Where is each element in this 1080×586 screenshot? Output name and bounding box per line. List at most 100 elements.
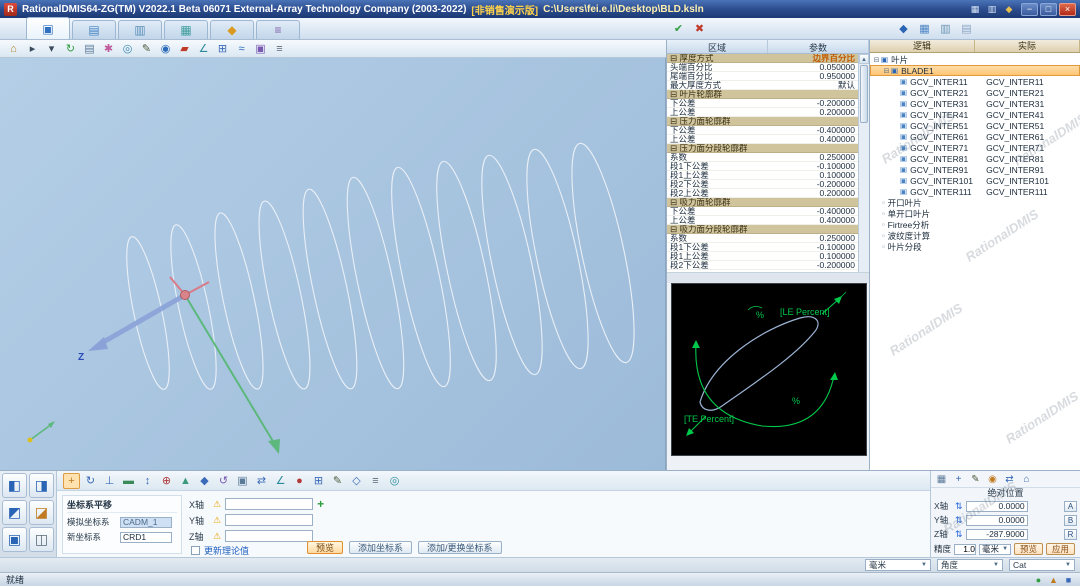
tree-item[interactable]: ▣GCV_INTER71GCV_INTER71 — [870, 142, 1080, 153]
param-row[interactable]: 最大厚度方式默认 — [667, 81, 859, 90]
iterative-icon[interactable]: ↺ — [215, 473, 232, 489]
update-theoretical-checkbox[interactable] — [191, 546, 200, 555]
csys-translate-icon[interactable]: + — [63, 473, 80, 489]
axis-offset-input[interactable] — [225, 514, 313, 526]
tree-item[interactable]: ▣GCV_INTER111GCV_INTER111 — [870, 186, 1080, 197]
scrollbar-thumb[interactable] — [860, 65, 868, 123]
param-row[interactable]: 上公差0.200000 — [667, 108, 859, 117]
tree-item[interactable]: ▣GCV_INTER11GCV_INTER11 — [870, 76, 1080, 87]
position-value-input[interactable] — [966, 501, 1028, 512]
tab-machine[interactable]: ▣ — [26, 17, 70, 39]
tree-item[interactable]: ▣GCV_INTER91GCV_INTER91 — [870, 164, 1080, 175]
param-row[interactable]: 上公差0.400000 — [667, 135, 859, 144]
manual-move-icon[interactable]: + — [951, 472, 966, 486]
position-value-input[interactable] — [966, 529, 1028, 540]
tree-layout-icon[interactable]: ▦ — [916, 20, 933, 36]
csys-swap-icon[interactable]: ⇄ — [253, 473, 270, 489]
view-iso-icon[interactable]: ◧ — [2, 473, 27, 498]
curve-icon[interactable]: ≈ — [233, 41, 250, 57]
grid-icon[interactable]: ⊞ — [214, 41, 231, 57]
tree-item[interactable]: ▫Firtree分析 — [870, 219, 1080, 230]
panel-splitter[interactable] — [667, 272, 870, 283]
tree-item[interactable]: ▣GCV_INTER101GCV_INTER101 — [870, 175, 1080, 186]
refresh-icon[interactable]: ↻ — [62, 41, 79, 57]
unit-mm-select[interactable]: 毫米▼ — [865, 559, 931, 571]
tab-gem[interactable]: ◆ — [210, 20, 254, 39]
home-pos-icon[interactable]: ⌂ — [1019, 472, 1034, 486]
axis-offset-input[interactable] — [225, 498, 313, 510]
tree-expander-icon[interactable]: ⊟ — [872, 56, 881, 64]
param-row[interactable]: 段2下公差-0.200000 — [667, 180, 859, 189]
param-row[interactable]: 尾端百分比0.950000 — [667, 72, 859, 81]
axis-key-button[interactable]: A — [1064, 501, 1077, 512]
eye-icon[interactable]: ◉ — [157, 41, 174, 57]
position-value-input[interactable] — [966, 515, 1028, 526]
param-row[interactable]: 下公差-0.200000 — [667, 99, 859, 108]
tree-item[interactable]: ▣GCV_INTER31GCV_INTER31 — [870, 98, 1080, 109]
tree-item[interactable]: ▫单开口叶片 — [870, 208, 1080, 219]
open-model-icon[interactable]: ⌂ — [5, 41, 22, 57]
layout-icon[interactable]: ▦ — [968, 3, 982, 16]
view-top-icon[interactable]: ◨ — [29, 473, 54, 498]
param-row[interactable]: ⊟ 叶片轮廓群 — [667, 90, 859, 99]
compass-icon[interactable]: ◎ — [119, 41, 136, 57]
view-corner-icon[interactable]: ▣ — [2, 527, 27, 552]
axis-key-button[interactable]: R — [1064, 529, 1077, 540]
status-probe-icon[interactable]: ● — [1033, 574, 1044, 585]
tree-item[interactable]: ▣GCV_INTER81GCV_INTER81 — [870, 153, 1080, 164]
tree-item[interactable]: ▣GCV_INTER21GCV_INTER21 — [870, 87, 1080, 98]
angle-measure-icon[interactable]: ∠ — [195, 41, 212, 57]
axis-key-button[interactable]: B — [1064, 515, 1077, 526]
param-row[interactable]: 下公差-0.400000 — [667, 126, 859, 135]
grid-csys-icon[interactable]: ⊞ — [310, 473, 327, 489]
tree-blade1[interactable]: ⊟▣BLADE1 — [870, 65, 1080, 76]
param-row[interactable]: ⊟ 压力面分段轮廓群 — [667, 144, 859, 153]
close-param-icon[interactable]: ✖ — [691, 20, 708, 36]
updown-icon[interactable]: ⇅ — [955, 529, 963, 540]
viewport-3d[interactable]: Z — [0, 58, 666, 470]
tree-item[interactable]: ▣GCV_INTER61GCV_INTER61 — [870, 131, 1080, 142]
param-row[interactable]: ⊟ 吸力面分段轮廓群 — [667, 225, 859, 234]
tree-expand-icon[interactable]: ◆ — [895, 20, 912, 36]
param-row[interactable]: 下公差-0.400000 — [667, 207, 859, 216]
tree-item[interactable]: ▣GCV_INTER41GCV_INTER41 — [870, 109, 1080, 120]
axis-offset-input[interactable] — [225, 530, 313, 542]
csys-copy-icon[interactable]: ▣ — [234, 473, 251, 489]
tab-program[interactable]: ▥ — [118, 20, 162, 39]
scroll-up-icon[interactable]: ▲ — [859, 54, 869, 64]
list-icon[interactable]: ≡ — [271, 41, 288, 57]
tab-probe[interactable]: ▤ — [72, 20, 116, 39]
tab-actual[interactable]: 实际 — [975, 40, 1080, 52]
param-row[interactable]: 段2下公差-0.200000 — [667, 261, 859, 270]
tab-report[interactable]: ▦ — [164, 20, 208, 39]
close-button[interactable]: × — [1059, 3, 1076, 16]
image-icon[interactable]: ✱ — [100, 41, 117, 57]
csys-axis-icon[interactable]: ↕ — [139, 473, 156, 489]
pad-grid-icon[interactable]: ▦ — [934, 472, 949, 486]
csys-origin-icon[interactable]: ⊕ — [158, 473, 175, 489]
param-row[interactable]: ⊟ 压力面轮廓群 — [667, 117, 859, 126]
cursor-dropdown-icon[interactable]: ▾ — [43, 41, 60, 57]
view-side-icon[interactable]: ◪ — [29, 500, 54, 525]
param-row[interactable]: 段1下公差-0.100000 — [667, 243, 859, 252]
view-front-icon[interactable]: ◩ — [2, 500, 27, 525]
pen-icon[interactable]: ✎ — [138, 41, 155, 57]
tree-expander-icon[interactable]: ⊟ — [882, 67, 891, 75]
param-row[interactable]: 系数0.250000 — [667, 153, 859, 162]
preview-button[interactable]: 预览 — [307, 541, 343, 554]
sim-csys-input[interactable] — [120, 517, 172, 528]
tree-item[interactable]: ▫波纹度计算 — [870, 230, 1080, 241]
print-icon[interactable]: ▤ — [81, 41, 98, 57]
csys-rotate-icon[interactable]: ↻ — [82, 473, 99, 489]
target-icon[interactable]: ◎ — [386, 473, 403, 489]
param-row[interactable]: ⊟ 厚度方式边界百分比 — [667, 54, 859, 63]
diamond-csys-icon[interactable]: ◇ — [348, 473, 365, 489]
brush-icon[interactable]: ▰ — [176, 41, 193, 57]
maximize-button[interactable]: □ — [1040, 3, 1057, 16]
tab-tools[interactable]: ≡ — [256, 20, 300, 39]
tree-item[interactable]: ▣GCV_INTER51GCV_INTER51 — [870, 120, 1080, 131]
param-row[interactable]: 头端百分比0.050000 — [667, 63, 859, 72]
rps-icon[interactable]: ◆ — [196, 473, 213, 489]
unit-cat-select[interactable]: Cat▼ — [1009, 559, 1075, 571]
position-preview-button[interactable]: 预览 — [1014, 543, 1043, 555]
